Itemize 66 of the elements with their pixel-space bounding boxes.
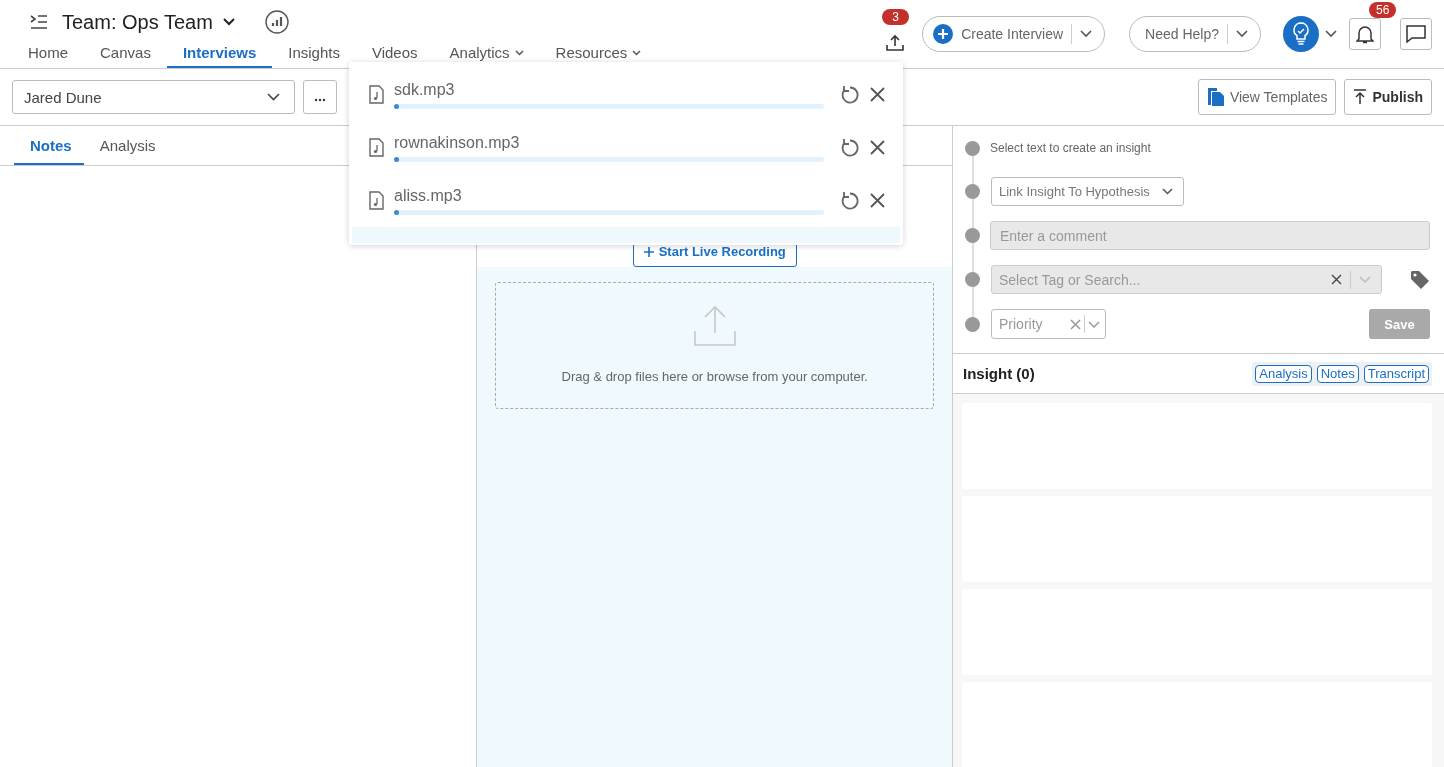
file-name: aliss.mp3 xyxy=(394,186,463,205)
plus-icon xyxy=(933,24,954,44)
filter-chip[interactable]: Analysis xyxy=(1255,364,1312,383)
retry-icon[interactable] xyxy=(840,137,860,158)
clear-icon[interactable] xyxy=(1331,274,1342,285)
timeline-dot xyxy=(965,228,980,243)
chevron-down-icon xyxy=(1359,276,1371,283)
timeline-dot xyxy=(965,184,980,199)
bell-icon xyxy=(1356,24,1374,44)
nav-tab[interactable]: Resources xyxy=(539,44,658,68)
file-name: sdk.mp3 xyxy=(394,80,456,99)
nav-tab[interactable]: Insights xyxy=(272,44,356,68)
chevron-down-icon xyxy=(1236,30,1248,38)
timeline-dot xyxy=(965,272,980,287)
audio-file-icon xyxy=(369,138,384,157)
panel-tab[interactable]: Analysis xyxy=(83,126,168,165)
retry-icon[interactable] xyxy=(840,84,860,105)
chat-button[interactable] xyxy=(1400,18,1432,50)
file-drop-zone[interactable]: Drag & drop files here or browse from your computer. xyxy=(495,282,934,409)
timeline-dot xyxy=(965,316,980,332)
chevron-down-icon xyxy=(1088,320,1100,328)
file-name: rownakinson.mp3 xyxy=(394,133,521,152)
upload-icon[interactable] xyxy=(886,33,905,51)
publish-button[interactable]: Publish xyxy=(1344,79,1432,115)
notification-count-badge: 56 xyxy=(1369,2,1397,18)
team-title[interactable]: Team: Ops Team xyxy=(62,10,213,34)
hypothesis-select[interactable]: Link Insight To Hypothesis xyxy=(991,177,1184,206)
upload-count-badge: 3 xyxy=(882,8,909,25)
chevron-down-icon xyxy=(1080,30,1093,38)
documents-icon xyxy=(1206,87,1225,107)
upload-arrow-icon xyxy=(1353,89,1368,105)
upload-icon xyxy=(692,303,737,347)
panel-tab[interactable]: Notes xyxy=(14,126,84,165)
insight-hint: Select text to create an insight xyxy=(990,141,1151,155)
chart-icon[interactable] xyxy=(264,10,289,34)
nav-tab[interactable]: Analytics xyxy=(433,44,540,68)
retry-icon[interactable] xyxy=(840,190,860,211)
chevron-down-icon[interactable] xyxy=(1325,30,1337,38)
create-interview-button[interactable]: Create Interview xyxy=(922,16,1106,52)
nav-tab[interactable]: Interviews xyxy=(166,44,273,68)
need-help-button[interactable]: Need Help? xyxy=(1129,16,1261,52)
filter-chip[interactable]: Notes xyxy=(1316,364,1359,383)
view-templates-button[interactable]: View Templates xyxy=(1197,79,1337,115)
lightbulb-avatar-icon[interactable] xyxy=(1283,16,1319,52)
chevron-down-icon xyxy=(1161,188,1173,195)
insight-count-title: Insight (0) xyxy=(963,365,1035,382)
interviewee-select[interactable]: Jared Dune xyxy=(12,80,295,114)
drop-instructions: Drag & drop files here or browse from your computer. xyxy=(561,369,868,384)
timeline-dot xyxy=(965,140,980,156)
menu-icon[interactable] xyxy=(30,15,48,29)
comment-field[interactable]: Enter a comment xyxy=(990,221,1430,250)
close-icon[interactable] xyxy=(870,87,885,102)
nav-tab[interactable]: Canvas xyxy=(84,44,167,68)
close-icon[interactable] xyxy=(870,140,885,155)
audio-file-icon xyxy=(369,85,384,104)
chevron-down-icon[interactable] xyxy=(222,18,235,26)
close-icon[interactable] xyxy=(870,193,885,208)
tag-icon[interactable] xyxy=(1410,269,1430,290)
filter-chip[interactable]: Transcript xyxy=(1363,364,1429,383)
nav-tab[interactable]: Home xyxy=(12,44,84,68)
chat-bubble-icon xyxy=(1406,25,1426,43)
plus-icon xyxy=(643,246,654,257)
more-dots-icon xyxy=(314,97,326,102)
audio-file-icon xyxy=(369,191,384,210)
chevron-down-icon xyxy=(267,93,280,101)
notifications-button[interactable] xyxy=(1349,18,1381,50)
